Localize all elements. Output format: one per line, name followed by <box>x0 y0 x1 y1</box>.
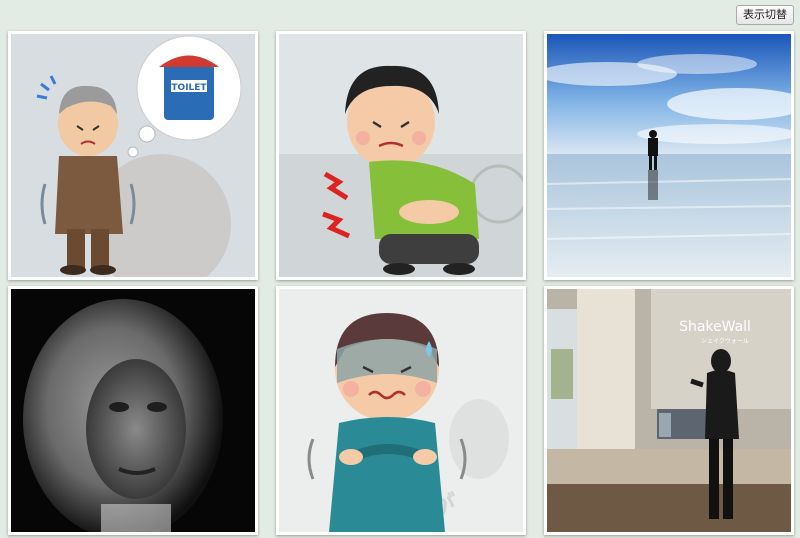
stomach-ache-boy-illustration <box>279 34 523 277</box>
bach-portrait-image <box>11 289 255 532</box>
shakewall-speaker-photo: ShakeWall シェイクウォール <box>547 289 791 532</box>
old-man-toilet-illustration: TOILET <box>11 34 255 277</box>
view-toggle-button[interactable]: 表示切替 <box>736 5 794 25</box>
image-grid: TOILET ShakeWall シェイクウォール <box>8 31 794 535</box>
image-tile-stomach-ache-boy[interactable] <box>276 31 526 280</box>
image-tile-old-man-toilet[interactable]: TOILET <box>8 31 258 280</box>
svg-text:TOILET: TOILET <box>171 83 207 93</box>
svg-text:ShakeWall: ShakeWall <box>679 319 751 335</box>
svg-text:シェイクウォール: シェイクウォール <box>701 337 749 345</box>
image-tile-bach-portrait[interactable] <box>8 286 258 535</box>
image-tile-shakewall-speaker[interactable]: ShakeWall シェイクウォール <box>544 286 794 535</box>
cold-sweat-boy-illustration: 俺が <box>279 289 523 532</box>
image-tile-cold-sweat-boy[interactable]: 俺が <box>276 286 526 535</box>
image-tile-salt-flat-photo[interactable] <box>544 31 794 280</box>
salt-flat-photo-image <box>547 34 791 277</box>
